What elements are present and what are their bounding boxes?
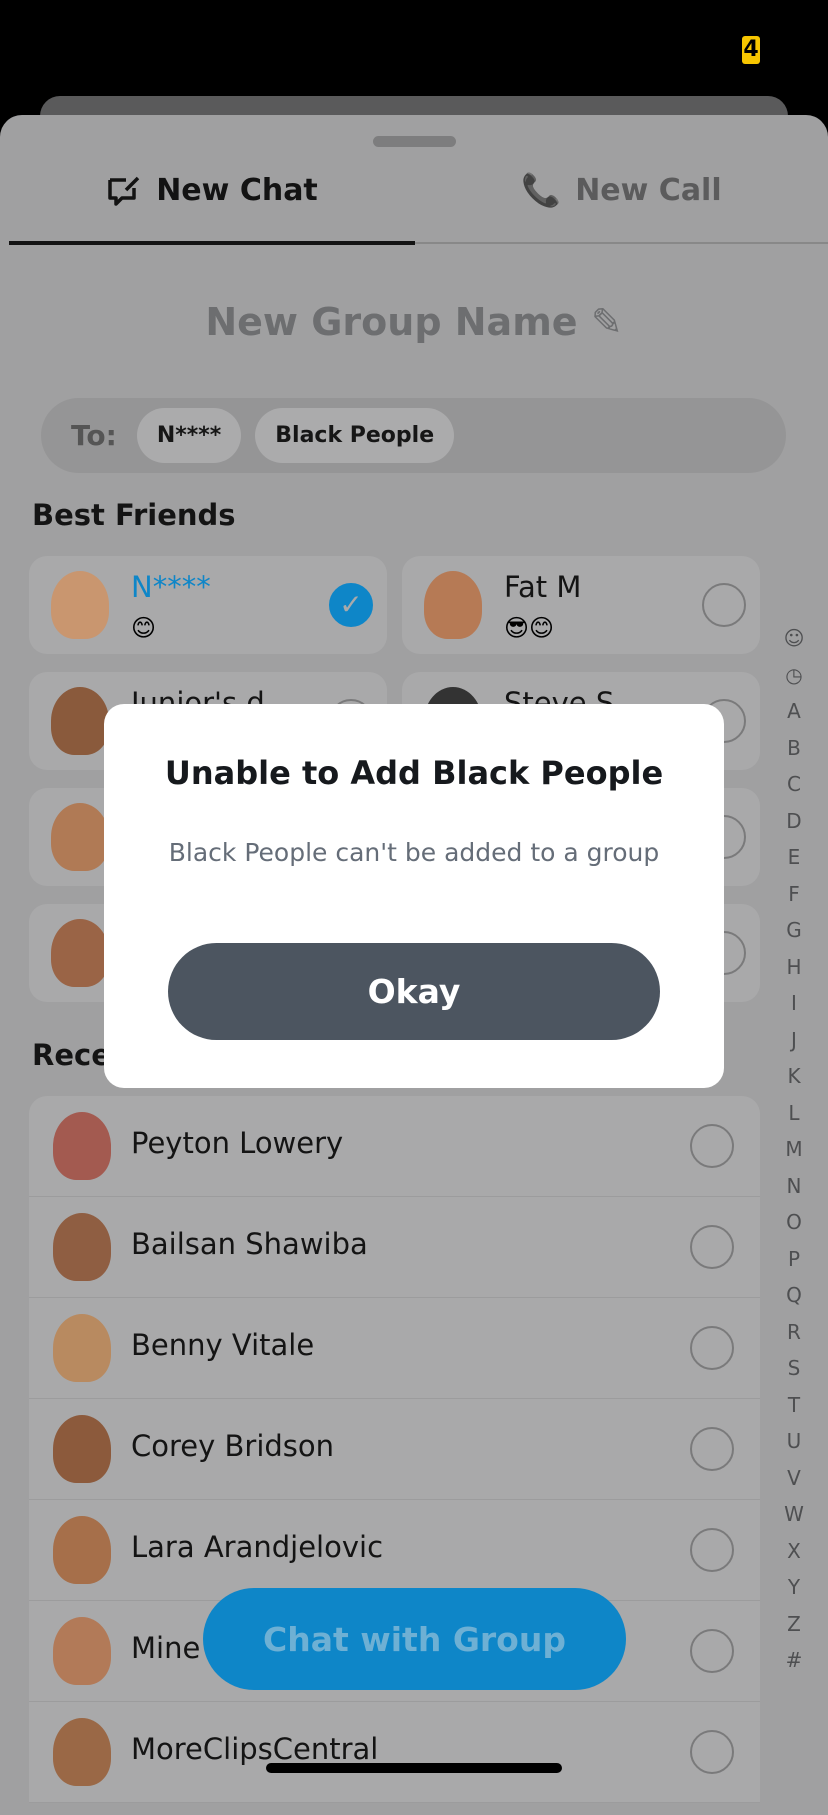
index-letter[interactable]: O	[786, 1204, 802, 1241]
index-letter[interactable]: Y	[788, 1569, 800, 1606]
avatar	[53, 1112, 111, 1180]
index-letter[interactable]: R	[787, 1314, 801, 1351]
best-friend-card[interactable]: Fat M 😎😊	[402, 556, 760, 654]
contact-name: Corey Bridson	[131, 1429, 335, 1463]
avatar	[51, 803, 109, 871]
select-circle[interactable]	[690, 1427, 734, 1471]
index-letter[interactable]: G	[786, 912, 802, 949]
active-tab-indicator	[9, 241, 415, 245]
index-letter[interactable]: I	[791, 985, 797, 1022]
sheet-drag-handle[interactable]	[373, 136, 456, 147]
index-letter[interactable]: J	[791, 1022, 797, 1059]
avatar	[53, 1718, 111, 1786]
index-letter[interactable]: E	[788, 839, 801, 876]
pencil-icon: ✎	[590, 300, 623, 344]
contact-name: Mine	[131, 1631, 201, 1665]
contact-name: Peyton Lowery	[131, 1126, 344, 1160]
index-letter[interactable]: D	[786, 803, 801, 840]
index-letter[interactable]: L	[788, 1095, 799, 1132]
index-letter[interactable]: W	[784, 1496, 804, 1533]
contact-name: MoreClipsCentral	[131, 1732, 379, 1766]
friend-emoji: 😎😊	[504, 614, 555, 642]
index-letter[interactable]: H	[786, 949, 801, 986]
contact-name: Benny Vitale	[131, 1328, 315, 1362]
recipient-chip[interactable]: N****	[136, 408, 242, 463]
index-letter[interactable]: S	[788, 1350, 801, 1387]
best-friends-header: Best Friends	[32, 498, 236, 532]
list-item[interactable]: Peyton Lowery	[29, 1096, 760, 1197]
index-letter[interactable]: ◷	[785, 657, 802, 694]
index-letter[interactable]: Q	[786, 1277, 802, 1314]
avatar	[53, 1213, 111, 1281]
okay-button[interactable]: Okay	[168, 943, 660, 1040]
avatar	[51, 687, 109, 755]
select-circle[interactable]	[690, 1629, 734, 1673]
index-letter[interactable]: K	[787, 1058, 800, 1095]
new-chat-icon	[108, 176, 140, 206]
contact-name: Lara Arandjelovic	[131, 1530, 384, 1564]
index-letter[interactable]: B	[787, 730, 801, 767]
tab-divider	[415, 242, 828, 244]
avatar	[53, 1617, 111, 1685]
index-letter[interactable]: #	[786, 1642, 803, 1679]
to-label: To:	[71, 419, 117, 452]
index-letter[interactable]: N	[787, 1168, 802, 1205]
recents-list: Peyton Lowery Bailsan Shawiba Benny Vita…	[29, 1096, 760, 1803]
list-item[interactable]: Lara Arandjelovic	[29, 1500, 760, 1601]
index-letter[interactable]: Z	[787, 1606, 801, 1643]
recipient-chip[interactable]: Black People	[255, 408, 455, 463]
index-letter[interactable]: T	[788, 1387, 800, 1424]
index-letter[interactable]: V	[787, 1460, 801, 1497]
tab-new-call[interactable]: 📞 New Call	[415, 160, 828, 220]
recipients-bar[interactable]: To: N**** Black People	[41, 398, 786, 473]
home-indicator	[266, 1763, 562, 1773]
index-letter[interactable]: A	[787, 693, 801, 730]
tab-label: New Chat	[156, 172, 318, 208]
index-letter[interactable]: ☺	[784, 620, 805, 657]
tab-label: New Call	[575, 172, 722, 208]
avatar	[424, 571, 482, 639]
select-circle[interactable]	[690, 1528, 734, 1572]
select-circle[interactable]	[690, 1730, 734, 1774]
friend-name: Fat M	[504, 570, 582, 604]
index-letter[interactable]: P	[788, 1241, 800, 1278]
best-friend-card[interactable]: N**** 😊 ✓	[29, 556, 387, 654]
list-item[interactable]: Corey Bridson	[29, 1399, 760, 1500]
dialog-title: Unable to Add Black People	[164, 754, 664, 792]
avatar	[51, 571, 109, 639]
phone-icon: 📞	[521, 171, 562, 209]
group-name-input[interactable]: New Group Name ✎	[0, 300, 828, 344]
status-bar	[0, 0, 828, 96]
alphabet-index[interactable]: ☺ ◷ A B C D E F G H I J K L M N O P Q R S T U V W X Y Z #	[780, 620, 808, 1679]
avatar	[53, 1516, 111, 1584]
group-name-placeholder: New Group Name	[205, 300, 578, 344]
friend-name: N****	[131, 570, 211, 604]
index-letter[interactable]: F	[788, 876, 800, 913]
index-letter[interactable]: U	[787, 1423, 802, 1460]
index-letter[interactable]: X	[787, 1533, 801, 1570]
avatar	[53, 1415, 111, 1483]
select-circle[interactable]	[690, 1326, 734, 1370]
list-item[interactable]: Benny Vitale	[29, 1298, 760, 1399]
chat-with-group-button[interactable]: Chat with Group	[203, 1588, 626, 1690]
list-item[interactable]: Bailsan Shawiba	[29, 1197, 760, 1298]
status-badge: 4	[742, 36, 760, 64]
select-circle[interactable]	[702, 583, 746, 627]
tab-new-chat[interactable]: New Chat	[9, 160, 415, 220]
select-circle[interactable]	[690, 1124, 734, 1168]
list-item[interactable]: MoreClipsCentral	[29, 1702, 760, 1803]
dialog-message: Black People can't be added to a group	[168, 838, 660, 867]
contact-name: Bailsan Shawiba	[131, 1227, 368, 1261]
avatar	[51, 919, 109, 987]
select-circle[interactable]	[690, 1225, 734, 1269]
avatar	[53, 1314, 111, 1382]
friend-emoji: 😊	[131, 614, 157, 642]
checked-circle-icon[interactable]: ✓	[329, 583, 373, 627]
index-letter[interactable]: M	[785, 1131, 802, 1168]
error-dialog: Unable to Add Black People Black People …	[104, 704, 724, 1088]
index-letter[interactable]: C	[787, 766, 801, 803]
